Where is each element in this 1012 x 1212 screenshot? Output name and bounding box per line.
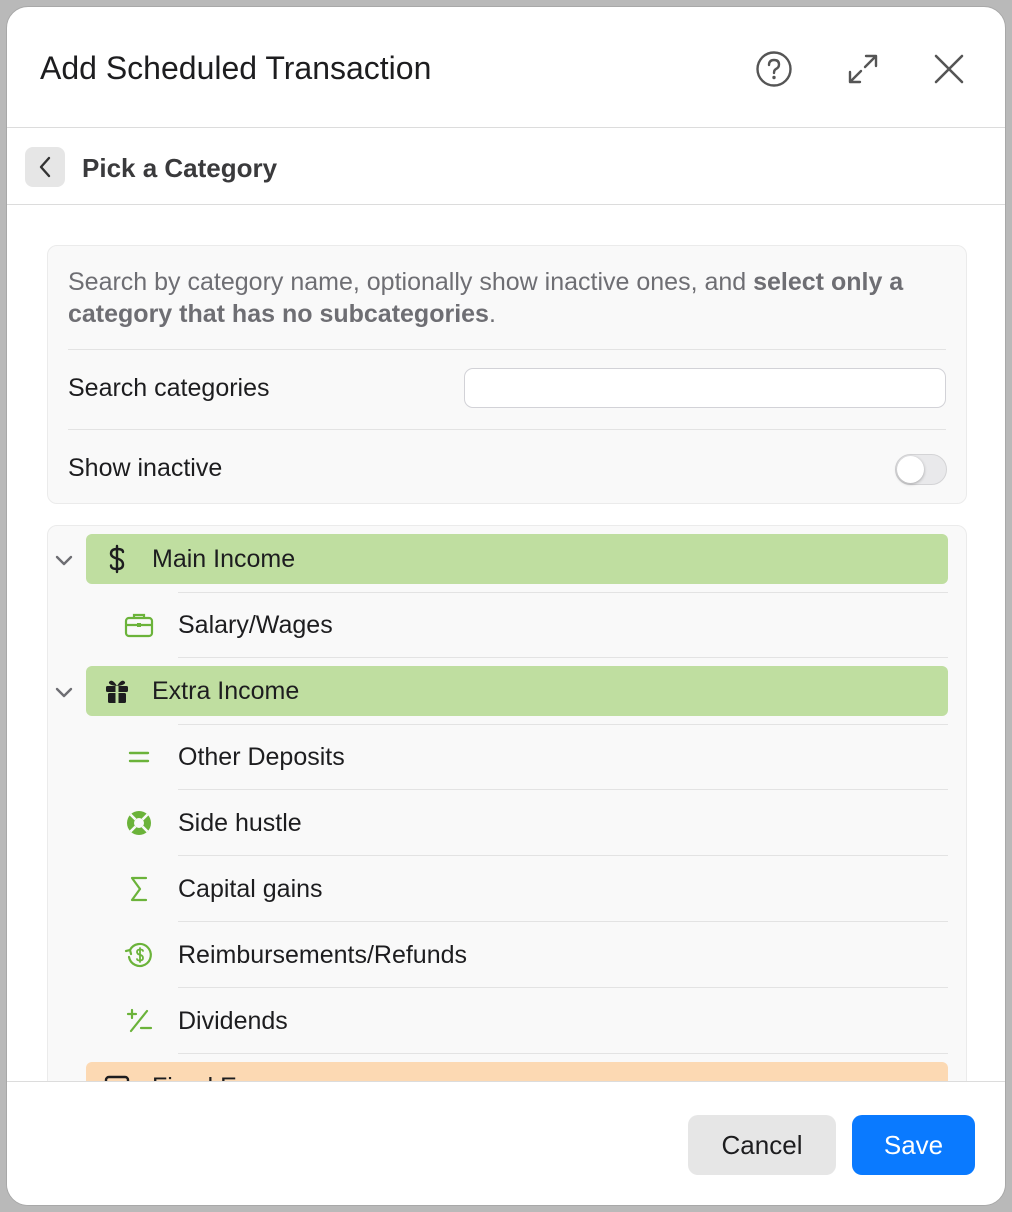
add-scheduled-transaction-dialog: Add Scheduled Transaction Pick a Categor… xyxy=(6,6,1006,1206)
show-inactive-label: Show inactive xyxy=(68,454,223,482)
group-extra-income[interactable]: Extra Income xyxy=(86,666,948,716)
cancel-button[interactable]: Cancel xyxy=(688,1115,836,1175)
group-label: Extra Income xyxy=(152,677,300,705)
equals-icon xyxy=(124,742,154,772)
show-inactive-toggle[interactable] xyxy=(895,454,947,485)
divider xyxy=(68,349,946,350)
group-label: Fixed E xyxy=(152,1072,237,1081)
search-input[interactable] xyxy=(464,368,946,408)
gift-icon xyxy=(102,676,132,706)
group-main-income[interactable]: Main Income xyxy=(86,534,948,584)
category-side-hustle[interactable]: Side hustle xyxy=(112,790,948,856)
category-label: Salary/Wages xyxy=(178,611,333,639)
category-dividends[interactable]: Dividends xyxy=(112,988,948,1054)
help-icon xyxy=(756,51,792,87)
back-button[interactable] xyxy=(25,147,65,187)
category-tree: Main Income Salary/Wages Extra Income Ot… xyxy=(47,525,967,1081)
category-label: Capital gains xyxy=(178,875,323,903)
expand-icon xyxy=(848,54,878,84)
search-label: Search categories xyxy=(68,374,270,402)
title-bar: Add Scheduled Transaction xyxy=(7,7,1005,128)
collapse-main-income-button[interactable] xyxy=(54,551,74,571)
category-reimbursements-refunds[interactable]: Reimbursements/Refunds xyxy=(112,922,948,988)
category-label: Other Deposits xyxy=(178,743,345,771)
dialog-title: Add Scheduled Transaction xyxy=(40,50,432,86)
dialog-footer: Cancel Save xyxy=(7,1081,1005,1205)
divider xyxy=(68,429,946,430)
close-icon xyxy=(934,54,964,84)
instructions-text: Search by category name, optionally show… xyxy=(68,268,904,328)
category-label: Reimbursements/Refunds xyxy=(178,941,468,969)
close-button[interactable] xyxy=(927,47,971,91)
filter-card: Search by category name, optionally show… xyxy=(47,245,967,504)
category-picker-content[interactable]: Search by category name, optionally show… xyxy=(7,205,1005,1081)
category-salary-wages[interactable]: Salary/Wages xyxy=(112,592,948,658)
calendar-icon xyxy=(102,1072,132,1081)
collapse-extra-income-button[interactable] xyxy=(54,683,74,703)
category-capital-gains[interactable]: Capital gains xyxy=(112,856,948,922)
plus-minus-icon xyxy=(124,1006,154,1036)
briefcase-icon xyxy=(124,610,154,640)
help-button[interactable] xyxy=(752,47,796,91)
chevron-left-icon xyxy=(39,156,51,178)
refund-dollar-icon xyxy=(124,940,154,970)
chevron-down-icon xyxy=(55,555,73,566)
category-label: Side hustle xyxy=(178,809,302,837)
category-other-deposits[interactable]: Other Deposits xyxy=(112,724,948,790)
save-button[interactable]: Save xyxy=(852,1115,975,1175)
sigma-icon xyxy=(124,874,154,904)
category-label: Dividends xyxy=(178,1007,288,1035)
group-fixed-expenses[interactable]: Fixed E xyxy=(86,1062,948,1081)
page-title: Pick a Category xyxy=(82,153,278,183)
sub-header: Pick a Category xyxy=(7,128,1005,205)
dollar-icon xyxy=(102,544,132,574)
expand-button[interactable] xyxy=(841,47,885,91)
toggle-knob xyxy=(897,456,924,483)
chevron-down-icon xyxy=(55,687,73,698)
group-label: Main Income xyxy=(152,545,296,573)
lifebuoy-icon xyxy=(124,808,154,838)
